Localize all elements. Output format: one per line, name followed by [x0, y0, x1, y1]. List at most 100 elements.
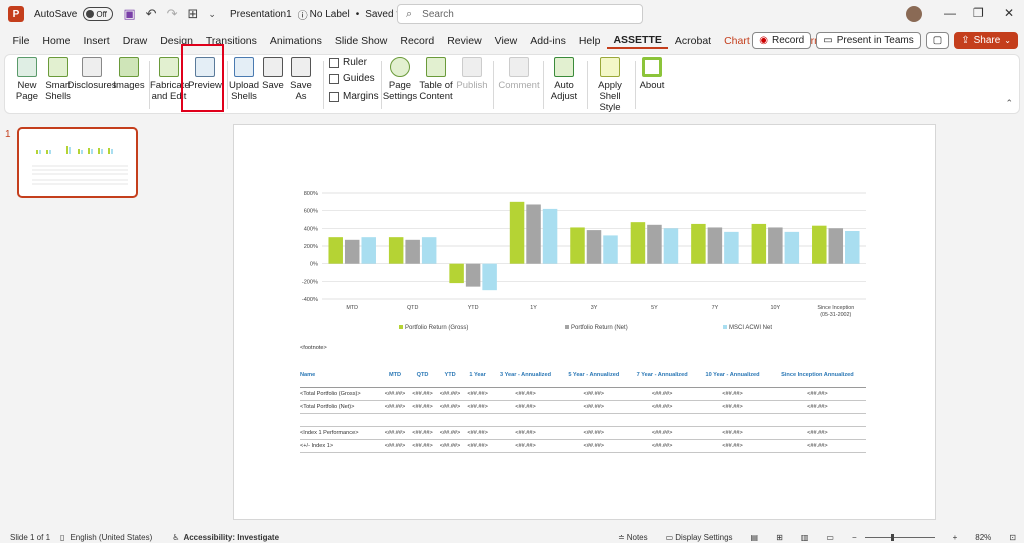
- table-cell: <##.##>: [559, 400, 628, 414]
- present-from-beginning-icon[interactable]: ⊞: [187, 6, 198, 22]
- language[interactable]: English (United States): [70, 533, 152, 542]
- zoom-level[interactable]: 82%: [975, 533, 991, 542]
- save-as-button[interactable]: Save As: [289, 57, 313, 102]
- apply-shell-style-button[interactable]: Apply Shell Style: [589, 57, 631, 113]
- minimize-icon[interactable]: —: [944, 6, 956, 20]
- checkbox-icon: [329, 57, 339, 68]
- tab-acrobat[interactable]: Acrobat: [668, 35, 717, 47]
- bar-1: [509, 201, 525, 264]
- images-button[interactable]: Images: [113, 57, 145, 91]
- y-tick-label: 600%: [304, 209, 318, 215]
- table-cell: <Total Portfolio (Gross)>: [300, 387, 382, 401]
- tab-home[interactable]: Home: [36, 35, 77, 47]
- tab-view[interactable]: View: [488, 35, 524, 47]
- zoom-out-icon[interactable]: −: [852, 533, 857, 542]
- slide-thumbnail[interactable]: [17, 127, 138, 198]
- search-input[interactable]: ⌕ Search: [397, 4, 643, 24]
- preview-highlight-box: [181, 44, 224, 112]
- table-header-row: Name MTD QTD YTD 1 Year 3 Year - Annualized 5 …: [300, 365, 866, 388]
- tab-help[interactable]: Help: [572, 35, 607, 47]
- bar-3: [421, 237, 437, 264]
- new-page-icon: [17, 57, 37, 77]
- normal-view-icon[interactable]: ▤: [751, 533, 759, 542]
- legend-swatch: [399, 325, 403, 329]
- smart-shells-icon: [48, 57, 68, 77]
- auto-adjust-button[interactable]: Auto Adjust: [547, 57, 581, 102]
- disclosures-button[interactable]: Disclosures: [67, 57, 117, 91]
- close-icon[interactable]: ✕: [1004, 6, 1014, 20]
- bar-1: [812, 225, 827, 264]
- table-of-content-button[interactable]: Table of Content: [417, 57, 455, 102]
- record-button[interactable]: ◉ Record: [752, 32, 812, 49]
- disclosures-icon: [82, 57, 102, 77]
- slide-number: 1: [5, 129, 11, 140]
- slideshow-icon[interactable]: ▭: [826, 533, 834, 542]
- page-settings-button[interactable]: Page Settings: [383, 57, 417, 102]
- accessibility-status[interactable]: Accessibility: Investigate: [183, 533, 279, 542]
- table-row: [300, 413, 866, 427]
- comments-button[interactable]: ▢: [925, 32, 950, 49]
- zoom-slider[interactable]: [864, 533, 935, 541]
- spelling-icon[interactable]: ▯: [60, 533, 64, 542]
- tab-draw[interactable]: Draw: [116, 35, 154, 47]
- comment-button[interactable]: Comment: [498, 57, 540, 91]
- ribbon-separator: [635, 61, 636, 109]
- upload-shells-button[interactable]: Upload Shells: [229, 57, 259, 102]
- tab-animations[interactable]: Animations: [263, 35, 328, 47]
- customize-toolbar-icon[interactable]: ⌄: [208, 9, 216, 20]
- tab-file[interactable]: File: [6, 35, 36, 47]
- powerpoint-logo-icon: P: [8, 6, 24, 22]
- present-in-teams-button[interactable]: ▭ Present in Teams: [816, 32, 921, 49]
- bar-2: [526, 204, 541, 264]
- auto-adjust-label: Auto Adjust: [550, 80, 578, 102]
- checkbox-icon: [329, 91, 339, 102]
- save-button[interactable]: Save: [261, 57, 285, 91]
- undo-icon[interactable]: ↶: [146, 6, 157, 22]
- table-header-cell: Name: [300, 365, 382, 388]
- display-settings-button[interactable]: Display Settings: [675, 533, 732, 542]
- performance-bar-chart[interactable]: 800%600%400%200%0%-200%-400%MTD QTD YTD 1Y 3…: [234, 180, 937, 395]
- bar-2: [344, 239, 360, 264]
- gear-icon: [390, 57, 410, 77]
- sensitivity-label[interactable]: No Label: [310, 9, 350, 20]
- restore-icon[interactable]: ❐: [973, 6, 984, 20]
- about-button[interactable]: About: [637, 57, 667, 91]
- publish-button[interactable]: Publish: [456, 57, 488, 91]
- ruler-checkbox[interactable]: Ruler: [329, 57, 367, 68]
- autosave-state: Off: [96, 9, 107, 19]
- autosave-toggle[interactable]: Off: [83, 7, 114, 21]
- assette-logo-icon: [642, 57, 662, 77]
- table-header-cell: 1 Year: [463, 365, 492, 388]
- margins-checkbox[interactable]: Margins: [329, 91, 379, 102]
- slide-canvas[interactable]: 800% 600% 400% 200% 0% -200% -400% MTD QTD YTD 1Y 3…: [233, 124, 936, 520]
- reading-view-icon[interactable]: ▥: [801, 533, 809, 542]
- ribbon-separator: [543, 61, 544, 109]
- notes-button[interactable]: Notes: [627, 533, 648, 542]
- new-page-button[interactable]: New Page: [11, 57, 43, 102]
- footnote-placeholder[interactable]: <footnote>: [300, 345, 327, 351]
- tab-assette[interactable]: ASSETTE: [606, 34, 669, 49]
- share-button[interactable]: ⇪ Share ⌄: [954, 32, 1018, 49]
- table-cell: <##.##>: [559, 426, 628, 440]
- tab-insert[interactable]: Insert: [77, 35, 116, 47]
- zoom-in-icon[interactable]: +: [953, 533, 958, 542]
- table-cell: [381, 413, 409, 427]
- performance-table[interactable]: Name MTD QTD YTD 1 Year 3 Year - Annualized 5 …: [300, 365, 866, 453]
- collapse-ribbon-icon[interactable]: ⌃: [1005, 98, 1013, 109]
- table-body: <Total Portfolio (Gross)> <##.##> <##.##> <…: [300, 387, 866, 453]
- tab-review[interactable]: Review: [441, 35, 488, 47]
- tab-add-ins[interactable]: Add-ins: [524, 35, 573, 47]
- zoom-slider-thumb[interactable]: [890, 533, 894, 541]
- guides-checkbox[interactable]: Guides: [329, 73, 375, 84]
- table-row: <+/- Index 1> <##.##> <##.##> <##.##> <##.##…: [300, 439, 866, 453]
- bar-1: [388, 237, 404, 264]
- save-icon[interactable]: ▣: [123, 6, 135, 22]
- document-title[interactable]: Presentation1: [230, 9, 292, 20]
- slide-sorter-icon[interactable]: ⊞: [776, 533, 783, 542]
- fit-to-window-icon[interactable]: ⊡: [1009, 533, 1016, 542]
- redo-icon[interactable]: ↷: [167, 6, 178, 22]
- user-avatar[interactable]: [906, 6, 922, 22]
- images-label: Images: [113, 80, 145, 91]
- tab-slide-show[interactable]: Slide Show: [328, 35, 394, 47]
- tab-record[interactable]: Record: [394, 35, 441, 47]
